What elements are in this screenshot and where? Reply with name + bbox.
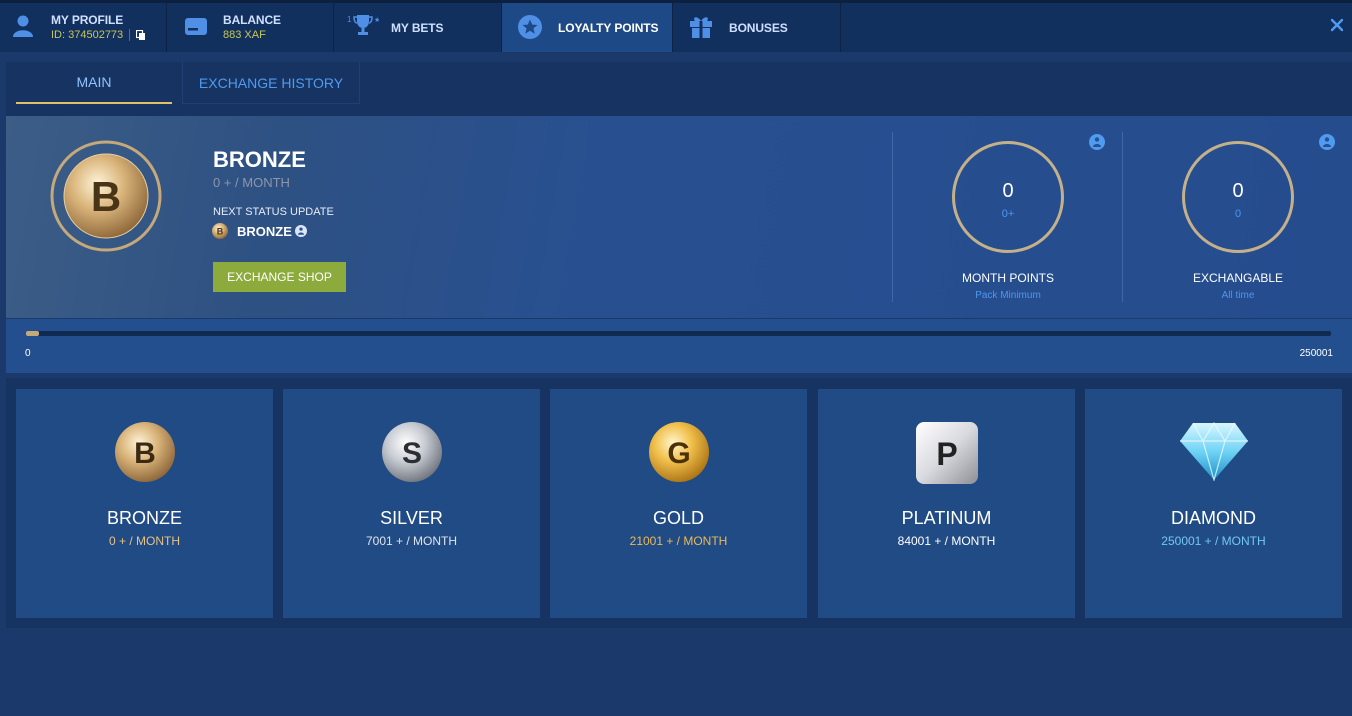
month-points-hint: Pack Minimum [975, 290, 1041, 301]
exchangable-label: EXCHANGABLE [1192, 271, 1284, 285]
nav-tab-balance[interactable]: BALANCE 883 XAF [167, 3, 334, 52]
exchangable-value: 0 [1232, 180, 1244, 202]
tier-name: DIAMOND [1171, 508, 1256, 528]
month-points-ring: 0 0+ [952, 141, 1064, 253]
bronze-medal-icon: B [114, 422, 175, 482]
tier-letter: P [936, 436, 957, 472]
gift-icon [690, 17, 712, 38]
balance-amount: 883 XAF [223, 29, 266, 41]
svg-text:★: ★ [374, 16, 379, 24]
nav-tab-my-bets[interactable]: 1 ★ MY BETS [334, 3, 502, 52]
tier-name: GOLD [652, 508, 704, 528]
exchange-shop-button[interactable]: EXCHANGE SHOP [213, 262, 346, 292]
svg-text:1: 1 [347, 15, 352, 24]
tier-letter: G [667, 437, 690, 470]
divider [892, 132, 893, 302]
tier-name: SILVER [380, 508, 443, 528]
nav-bonuses-title: BONUSES [729, 21, 788, 35]
diamond-icon [1179, 421, 1248, 481]
nav-tab-loyalty-points[interactable]: LOYALTY POINTS [502, 3, 673, 52]
exchangable-ring: 0 0 [1182, 141, 1294, 253]
tier-letter: B [134, 437, 156, 470]
tier-card-bronze: B BRONZE 0 + / MONTH [16, 389, 273, 618]
nav-tab-my-profile[interactable]: MY PROFILE ID: 374502773 [0, 3, 167, 52]
bronze-medal-icon: B [50, 140, 162, 252]
current-tier-range: 0 + / MONTH [213, 175, 290, 190]
medal-letter: B [91, 173, 121, 220]
info-icon[interactable] [294, 225, 307, 237]
progress-fill [26, 331, 40, 336]
current-tier-name: BRONZE [213, 147, 306, 172]
nav-profile-title: MY PROFILE [51, 13, 124, 27]
month-points-sub: 0+ [1001, 208, 1015, 220]
tier-range: 7001 + / MONTH [365, 534, 458, 548]
silver-medal-icon: S [381, 422, 442, 482]
id-divider [129, 29, 131, 41]
small-medal-letter: B [217, 227, 224, 237]
exchangable-sub: 0 [1234, 208, 1242, 220]
platinum-badge-icon: P [915, 422, 978, 484]
next-tier-name: BRONZE [237, 223, 292, 239]
tier-card-platinum: P PLATINUM 84001 + / MONTH [818, 389, 1075, 618]
nav-loyalty-title: LOYALTY POINTS [558, 21, 659, 35]
tier-name: PLATINUM [901, 508, 992, 528]
tier-name: BRONZE [106, 508, 182, 528]
month-points-info-icon[interactable] [1089, 134, 1105, 150]
progress-min: 0 [25, 348, 31, 359]
nav-balance-title: BALANCE [223, 13, 281, 27]
tier-card-gold: G GOLD 21001 + / MONTH [550, 389, 807, 618]
copy-icon[interactable] [136, 29, 146, 41]
gold-medal-icon: G [648, 422, 709, 482]
progress-panel: 0 250001 [6, 319, 1352, 373]
nav-bets-title: MY BETS [391, 21, 444, 35]
loyalty-subtabs: MAIN EXCHANGE HISTORY [6, 62, 1352, 116]
tier-range: 21001 + / MONTH [629, 534, 728, 548]
user-icon [13, 15, 33, 37]
next-status-label: NEXT STATUS UPDATE [213, 206, 334, 218]
next-status-row: B BRONZE [212, 223, 307, 239]
tier-range: 0 + / MONTH [108, 534, 180, 548]
star-icon [518, 15, 542, 39]
tab-exchange-history[interactable]: EXCHANGE HISTORY [182, 62, 360, 104]
current-status-panel: B BRONZE 0 + / MONTH NEXT STATUS UPDATE … [6, 116, 1352, 318]
tier-letter: S [401, 437, 421, 470]
exchangable-hint: All time [1221, 290, 1255, 301]
wallet-icon [185, 18, 207, 35]
month-points-label: MONTH POINTS [962, 271, 1054, 285]
trophy-icon: 1 ★ [347, 15, 379, 35]
close-icon[interactable] [1328, 16, 1346, 34]
tier-card-silver: S SILVER 7001 + / MONTH [283, 389, 540, 618]
small-bronze-medal-icon: B [212, 223, 228, 239]
profile-id: ID: 374502773 [51, 29, 124, 41]
exchangable-info-icon[interactable] [1319, 134, 1335, 150]
tiers-grid: B BRONZE 0 + / MONTH S SILVER 7001 + / M… [6, 378, 1352, 628]
divider [1122, 132, 1123, 302]
top-navigation: MY PROFILE ID: 374502773 BALANCE 883 XAF [0, 0, 1352, 52]
nav-tab-bonuses[interactable]: BONUSES [673, 3, 841, 52]
tier-range: 250001 + / MONTH [1161, 534, 1266, 548]
progress-max: 250001 [1299, 348, 1333, 359]
tier-card-diamond: DIAMOND 250001 + / MONTH [1085, 389, 1342, 618]
tab-main[interactable]: MAIN [16, 62, 172, 104]
month-points-value: 0 [1002, 180, 1014, 202]
tier-range: 84001 + / MONTH [897, 534, 996, 548]
progress-bar [26, 331, 1331, 336]
